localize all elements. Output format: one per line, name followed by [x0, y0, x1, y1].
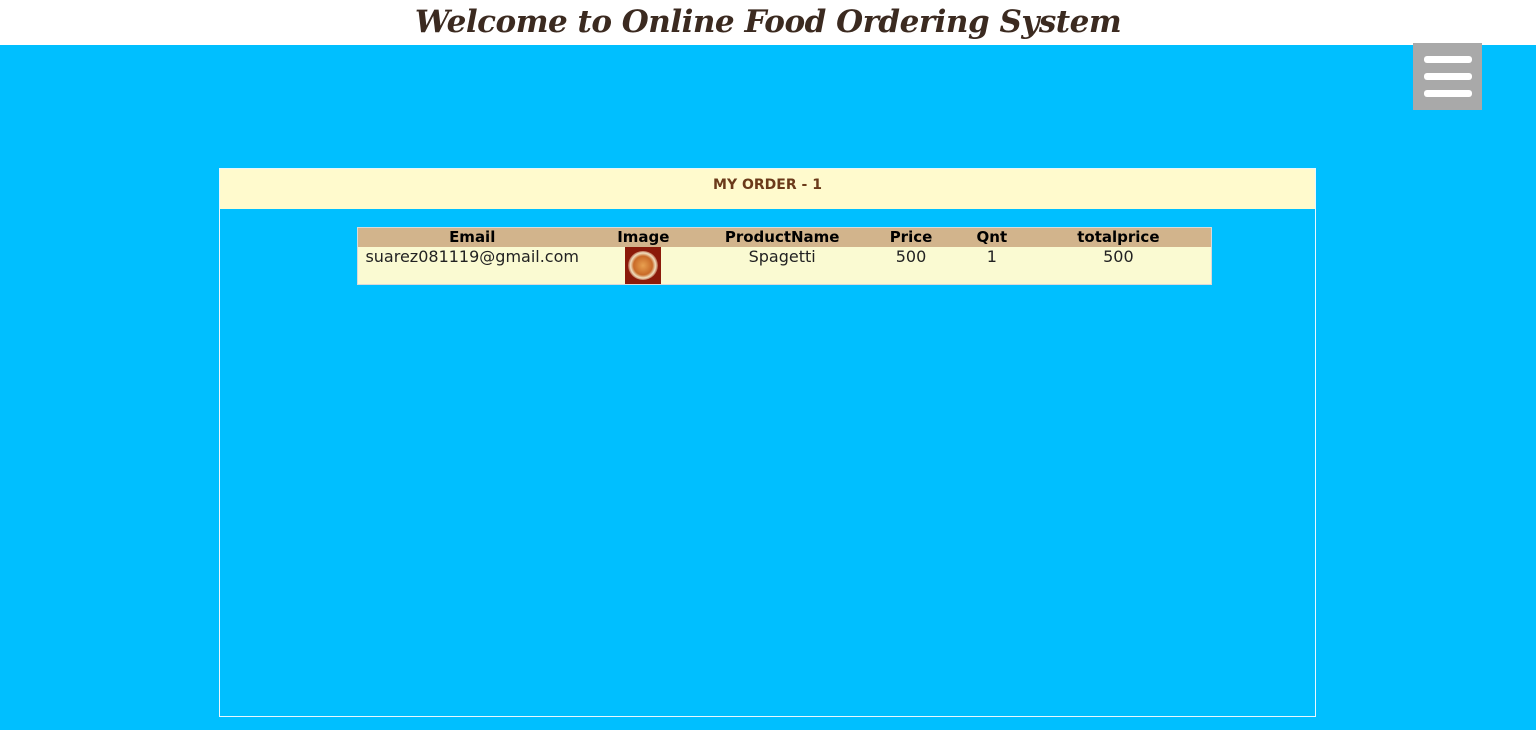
cell-product-name: Spagetti: [748, 247, 816, 266]
plate-icon: [628, 251, 659, 280]
column-header-price: Price: [864, 227, 958, 247]
order-table: Email Image ProductName Price Qnt totalp…: [357, 227, 1212, 285]
cell-email: suarez081119@gmail.com: [365, 247, 579, 266]
column-header-image: Image: [586, 227, 701, 247]
cell-totalprice: 500: [1103, 247, 1134, 266]
cell-qnt: 1: [986, 247, 997, 266]
cell-price: 500: [895, 247, 927, 266]
order-panel: MY ORDER - 1 Email Image ProductName Pri…: [219, 168, 1316, 717]
order-panel-title: MY ORDER - 1: [220, 169, 1315, 209]
top-bar: Welcome to Online Food Ordering System: [0, 0, 1536, 45]
menu-button[interactable]: [1413, 43, 1482, 110]
cell-image: [586, 247, 700, 285]
hamburger-menu-icon: [1424, 56, 1472, 63]
column-header-email: Email: [357, 227, 587, 247]
table-row: suarez081119@gmail.com Spagetti 500 1 50…: [358, 247, 1212, 285]
spaghetti-thumbnail-image: [625, 247, 662, 284]
table-header-row: Email Image ProductName Price Qnt totalp…: [357, 227, 1212, 247]
site-title: Welcome to Online Food Ordering System: [414, 4, 1122, 40]
column-header-product-name: ProductName: [700, 227, 865, 247]
hamburger-menu-icon-bar: [1424, 90, 1472, 97]
column-header-qnt: Qnt: [957, 227, 1026, 247]
column-header-totalprice: totalprice: [1025, 227, 1212, 247]
hamburger-menu-icon-bar: [1424, 73, 1472, 80]
